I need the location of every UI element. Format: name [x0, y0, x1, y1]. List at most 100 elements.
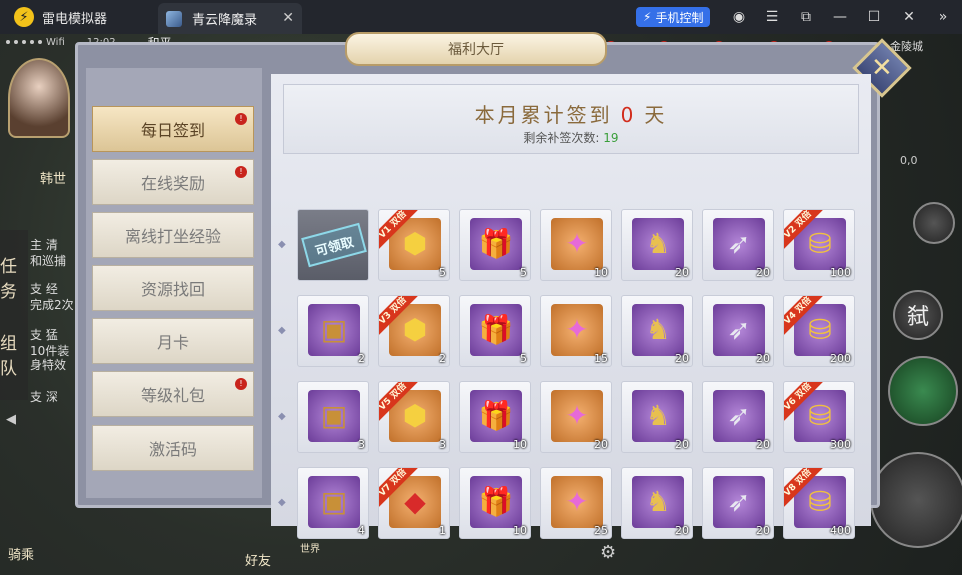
menu-icon[interactable]: ☰	[764, 9, 780, 25]
quest-tab[interactable]: 任务	[0, 252, 28, 302]
panel-title-text: 福利大厅	[448, 42, 504, 58]
skill-label: 弑	[906, 305, 929, 330]
menu-item-0[interactable]: 每日签到!	[92, 106, 254, 152]
minimize-icon[interactable]: —	[832, 9, 848, 25]
menu-item-6[interactable]: 激活码	[92, 425, 254, 471]
popout-icon[interactable]: ⧉	[798, 9, 814, 25]
reward-quantity: 1	[439, 524, 446, 537]
reward-cell[interactable]: ✦ 10	[540, 209, 612, 281]
reward-quantity: 20	[675, 524, 689, 537]
heal-skill-button[interactable]	[888, 356, 958, 426]
quest-line[interactable]: 完成2次	[30, 296, 74, 313]
reward-cell[interactable]: ⛁ 100 V2 双倍	[783, 209, 855, 281]
skill-button[interactable]: 弑	[893, 290, 943, 340]
collapse-arrow-icon[interactable]: ◀	[6, 412, 16, 427]
player-avatar[interactable]	[8, 58, 70, 138]
reward-quantity: 3	[439, 438, 446, 451]
red-gift-icon: 🎁	[470, 304, 522, 356]
quest-team-tabs[interactable]: 任务 组队	[0, 230, 28, 400]
reward-cell[interactable]: ⬢ 5 V1 双倍	[378, 209, 450, 281]
maximize-icon[interactable]: ☐	[866, 9, 882, 25]
reward-cell[interactable]: ➶ 20	[702, 295, 774, 367]
reward-cell[interactable]: ⬢ 2 V3 双倍	[378, 295, 450, 367]
menu-item-2[interactable]: 离线打坐经验	[92, 212, 254, 258]
feather-icon: ➶	[713, 476, 765, 528]
makeup-sign-info: 剩余补签次数: 19	[284, 129, 858, 146]
reward-cell[interactable]: 🎁 10	[459, 381, 531, 453]
reward-cell[interactable]: ⬢ 3 V5 双倍	[378, 381, 450, 453]
menu-item-4[interactable]: 月卡	[92, 318, 254, 364]
red-gift-icon: 🎁	[470, 390, 522, 442]
reward-cell[interactable]: ♞ 20	[621, 209, 693, 281]
reward-cell[interactable]: ◆ 1 V7 双倍	[378, 467, 450, 539]
menu-item-label: 激活码	[148, 440, 197, 459]
reward-cell[interactable]: ➶ 20	[702, 381, 774, 453]
sign-in-title-prefix: 本月累计签到	[474, 103, 613, 127]
red-dot-badge-icon: !	[235, 113, 247, 125]
pink-crystal-icon: ✦	[551, 476, 603, 528]
quest-line[interactable]: 支 经	[30, 280, 58, 297]
menu-item-5[interactable]: 等级礼包!	[92, 371, 254, 417]
panel-title: 福利大厅	[345, 32, 607, 66]
menu-item-label: 资源找回	[140, 280, 205, 299]
account-icon[interactable]: ◉	[731, 9, 747, 25]
close-window-icon[interactable]: ✕	[901, 9, 917, 25]
settings-gear-icon[interactable]: ⚙	[600, 542, 616, 563]
quest-line[interactable]: 和巡捕	[30, 252, 66, 269]
team-tab[interactable]: 组队	[0, 329, 28, 379]
reward-cell[interactable]: ➶ 20	[702, 209, 774, 281]
reward-cell[interactable]: 可领取	[297, 209, 369, 281]
reward-quantity: 100	[830, 266, 851, 279]
quest-line[interactable]: 身特效	[30, 356, 66, 373]
claimable-stamp[interactable]: 可领取	[301, 222, 367, 268]
quest-line[interactable]: 主 清	[30, 236, 58, 253]
reward-cell[interactable]: ➶ 20	[702, 467, 774, 539]
reward-quantity: 20	[594, 438, 608, 451]
reward-cell[interactable]: ♞ 20	[621, 381, 693, 453]
reward-cell[interactable]: ▣ 3	[297, 381, 369, 453]
quest-line[interactable]: 支 深	[30, 388, 58, 405]
reward-cell[interactable]: ⛁ 400 V8 双倍	[783, 467, 855, 539]
reward-quantity: 20	[675, 266, 689, 279]
world-label[interactable]: 世界	[300, 540, 320, 555]
reward-quantity: 4	[358, 524, 365, 537]
reward-cell[interactable]: ▣ 4	[297, 467, 369, 539]
phone-control-button[interactable]: ⚡ 手机控制	[636, 7, 711, 27]
reward-cell[interactable]: 🎁 10	[459, 467, 531, 539]
mount-label[interactable]: 骑乘	[8, 544, 34, 563]
lock-target-button[interactable]	[913, 202, 955, 244]
reward-quantity: 300	[830, 438, 851, 451]
reward-quantity: 20	[756, 524, 770, 537]
row-marker-icon: ◆	[278, 497, 286, 508]
row-marker-icon: ◆	[278, 325, 286, 336]
reward-quantity: 20	[675, 352, 689, 365]
reward-cell[interactable]: 🎁 5	[459, 209, 531, 281]
reward-cell[interactable]: ⛁ 300 V6 双倍	[783, 381, 855, 453]
reward-cell[interactable]: ✦ 25	[540, 467, 612, 539]
reward-quantity: 3	[358, 438, 365, 451]
gold-horse-icon: ♞	[632, 476, 684, 528]
reward-cell[interactable]: 🎁 5	[459, 295, 531, 367]
game-tab[interactable]: 青云降魔录 ✕	[158, 3, 302, 34]
sign-in-title-suffix: 天	[644, 103, 668, 127]
close-icon: ✕	[871, 52, 893, 83]
reward-cell[interactable]: ▣ 2	[297, 295, 369, 367]
reward-cell[interactable]: ✦ 20	[540, 381, 612, 453]
quest-line[interactable]: 支 猛	[30, 326, 58, 343]
sign-in-header: 本月累计签到 0 天 剩余补签次数: 19	[283, 84, 859, 154]
friend-label[interactable]: 好友	[245, 550, 271, 569]
chest-icon: ▣	[308, 304, 360, 356]
menu-item-3[interactable]: 资源找回	[92, 265, 254, 311]
reward-cell[interactable]: ♞ 20	[621, 467, 693, 539]
reward-quantity: 400	[830, 524, 851, 537]
attack-button[interactable]	[870, 452, 962, 548]
reward-quantity: 10	[513, 524, 527, 537]
reward-cell[interactable]: ♞ 20	[621, 295, 693, 367]
reward-cell[interactable]: ✦ 15	[540, 295, 612, 367]
menu-item-1[interactable]: 在线奖励!	[92, 159, 254, 205]
makeup-label: 剩余补签次数:	[523, 131, 600, 145]
reward-cell[interactable]: ⛁ 200 V4 双倍	[783, 295, 855, 367]
expand-sidebar-icon[interactable]: »	[935, 9, 951, 25]
reward-quantity: 20	[756, 438, 770, 451]
close-tab-icon[interactable]: ✕	[282, 10, 294, 26]
